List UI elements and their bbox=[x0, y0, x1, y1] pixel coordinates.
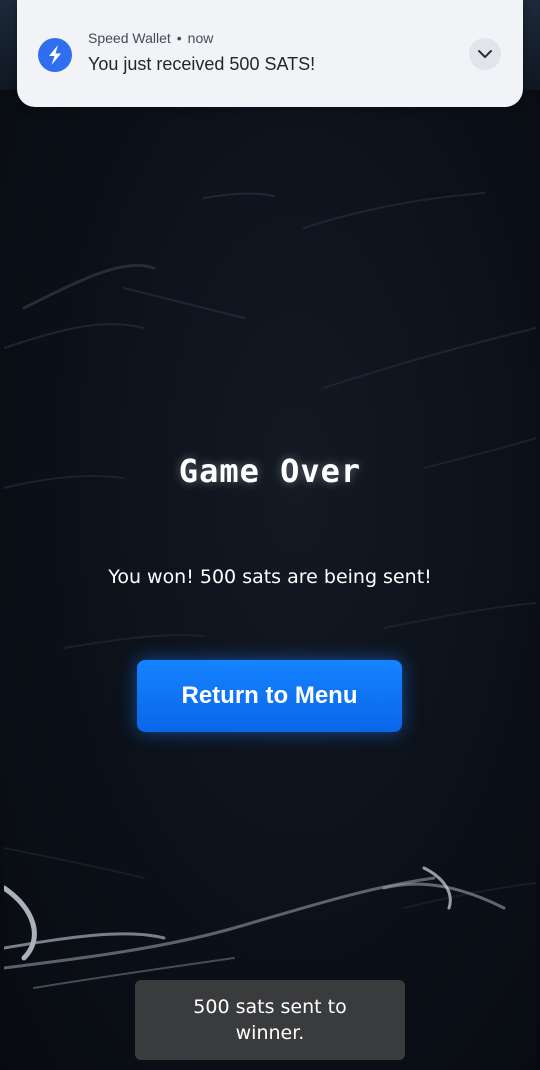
chevron-down-icon bbox=[478, 50, 492, 58]
notification-time: now bbox=[187, 30, 214, 46]
toast-message: 500 sats sent to winner. bbox=[193, 996, 347, 1044]
game-over-title: Game Over bbox=[178, 452, 362, 490]
result-message: You won! 500 sats are being sent! bbox=[108, 566, 432, 588]
notification-message: You just received 500 SATS! bbox=[88, 54, 316, 74]
game-screen: Speed Wallet • now You just received 500 S… bbox=[0, 0, 540, 1070]
notification-banner[interactable]: Speed Wallet • now You just received 500 S… bbox=[17, 0, 523, 107]
notification-expand-button[interactable] bbox=[469, 38, 501, 70]
notification-meta: Speed Wallet • now bbox=[88, 30, 213, 46]
notification-separator: • bbox=[176, 30, 182, 46]
speed-wallet-bolt-icon bbox=[38, 38, 72, 72]
toast-notification: 500 sats sent to winner. bbox=[135, 980, 405, 1060]
return-to-menu-button[interactable]: Return to Menu bbox=[137, 660, 402, 732]
notification-app-name: Speed Wallet bbox=[88, 30, 171, 46]
